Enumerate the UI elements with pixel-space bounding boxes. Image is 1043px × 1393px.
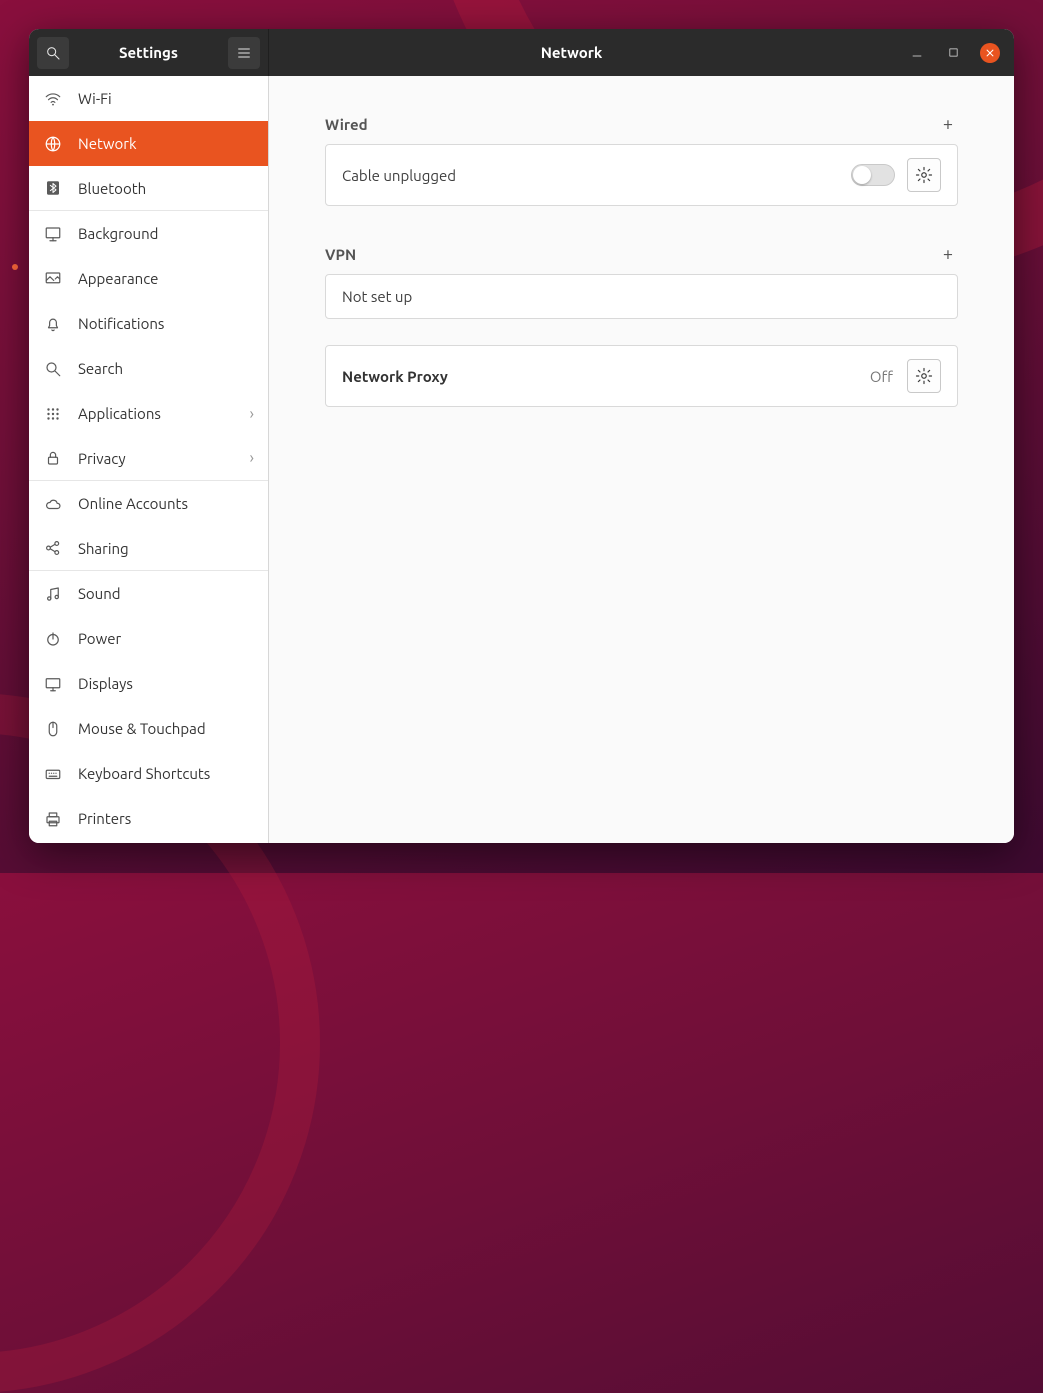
sidebar-item-label: Sharing bbox=[78, 540, 129, 557]
vpn-status-row: Not set up bbox=[326, 275, 957, 318]
sidebar-item-label: Notifications bbox=[78, 315, 164, 332]
sidebar-item-label: Appearance bbox=[78, 270, 158, 287]
desktop-icon bbox=[43, 224, 63, 244]
close-icon bbox=[985, 48, 995, 58]
sidebar-item-label: Displays bbox=[78, 675, 133, 692]
search-button[interactable] bbox=[37, 37, 69, 69]
wifi-icon bbox=[43, 89, 63, 109]
bluetooth-icon bbox=[43, 178, 63, 198]
settings-window: Settings Network bbox=[29, 29, 1014, 843]
lock-icon bbox=[43, 448, 63, 468]
sidebar-item-label: Power bbox=[78, 630, 121, 647]
printer-icon bbox=[43, 809, 63, 829]
sidebar: Wi-Fi Network Bluetooth Background bbox=[29, 76, 269, 843]
wired-connection-row: Cable unplugged bbox=[326, 145, 957, 205]
wired-status-label: Cable unplugged bbox=[342, 167, 456, 184]
keyboard-icon bbox=[43, 764, 63, 784]
sidebar-item-network[interactable]: Network bbox=[29, 121, 268, 166]
music-icon bbox=[43, 584, 63, 604]
sidebar-item-label: Keyboard Shortcuts bbox=[78, 765, 210, 782]
wired-settings-button[interactable] bbox=[907, 158, 941, 192]
sidebar-item-label: Search bbox=[78, 360, 123, 377]
sidebar-item-label: Online Accounts bbox=[78, 495, 188, 512]
sidebar-item-applications[interactable]: Applications › bbox=[29, 391, 268, 436]
wired-toggle[interactable] bbox=[851, 164, 895, 186]
sidebar-item-sharing[interactable]: Sharing bbox=[29, 526, 268, 571]
sidebar-item-bluetooth[interactable]: Bluetooth bbox=[29, 166, 268, 211]
section-proxy: Network Proxy Off bbox=[325, 345, 958, 407]
sidebar-item-privacy[interactable]: Privacy › bbox=[29, 436, 268, 481]
bell-icon bbox=[43, 314, 63, 334]
sidebar-item-power[interactable]: Power bbox=[29, 616, 268, 661]
window-controls bbox=[874, 29, 1014, 76]
sidebar-item-displays[interactable]: Displays bbox=[29, 661, 268, 706]
sidebar-item-label: Mouse & Touchpad bbox=[78, 720, 206, 737]
share-icon bbox=[43, 538, 63, 558]
proxy-value: Off bbox=[870, 368, 893, 385]
sidebar-item-mouse-touchpad[interactable]: Mouse & Touchpad bbox=[29, 706, 268, 751]
section-wired: Wired + Cable unplugged bbox=[325, 114, 958, 206]
titlebar: Settings Network bbox=[29, 29, 1014, 76]
sidebar-item-online-accounts[interactable]: Online Accounts bbox=[29, 481, 268, 526]
cloud-icon bbox=[43, 494, 63, 514]
gear-icon bbox=[915, 166, 933, 184]
maximize-button[interactable] bbox=[944, 44, 962, 62]
sidebar-item-search[interactable]: Search bbox=[29, 346, 268, 391]
grid-icon bbox=[43, 404, 63, 424]
sidebar-item-label: Sound bbox=[78, 585, 121, 602]
titlebar-left: Settings bbox=[29, 29, 269, 76]
app-title: Settings bbox=[77, 44, 220, 61]
sidebar-item-keyboard-shortcuts[interactable]: Keyboard Shortcuts bbox=[29, 751, 268, 796]
window-body: Wi-Fi Network Bluetooth Background bbox=[29, 76, 1014, 843]
section-vpn: VPN + Not set up bbox=[325, 244, 958, 319]
sidebar-item-printers[interactable]: Printers bbox=[29, 796, 268, 841]
chevron-right-icon: › bbox=[250, 405, 255, 423]
proxy-row[interactable]: Network Proxy Off bbox=[326, 346, 957, 406]
page-title: Network bbox=[269, 29, 874, 76]
sidebar-item-label: Printers bbox=[78, 810, 131, 827]
sidebar-item-appearance[interactable]: Appearance bbox=[29, 256, 268, 301]
add-wired-button[interactable]: + bbox=[938, 114, 958, 134]
sidebar-item-label: Applications bbox=[78, 405, 161, 422]
hamburger-icon bbox=[236, 45, 252, 61]
search-icon bbox=[45, 45, 61, 61]
proxy-settings-button[interactable] bbox=[907, 359, 941, 393]
displays-icon bbox=[43, 674, 63, 694]
vpn-section-title: VPN bbox=[325, 246, 356, 263]
sidebar-item-label: Wi-Fi bbox=[78, 90, 112, 107]
toggle-knob bbox=[853, 166, 871, 184]
sidebar-item-wifi[interactable]: Wi-Fi bbox=[29, 76, 268, 121]
power-icon bbox=[43, 629, 63, 649]
hamburger-menu-button[interactable] bbox=[228, 37, 260, 69]
chevron-right-icon: › bbox=[250, 449, 255, 467]
vpn-status-label: Not set up bbox=[342, 288, 412, 305]
plus-icon: + bbox=[943, 245, 953, 263]
wired-section-title: Wired bbox=[325, 116, 368, 133]
plus-icon: + bbox=[943, 115, 953, 133]
content-pane: Wired + Cable unplugged bbox=[269, 76, 1014, 843]
minimize-icon bbox=[911, 47, 923, 59]
sidebar-item-background[interactable]: Background bbox=[29, 211, 268, 256]
close-button[interactable] bbox=[980, 43, 1000, 63]
appearance-icon bbox=[43, 269, 63, 289]
mouse-icon bbox=[43, 719, 63, 739]
gear-icon bbox=[915, 367, 933, 385]
minimize-button[interactable] bbox=[908, 44, 926, 62]
maximize-icon bbox=[948, 47, 959, 58]
sidebar-item-label: Privacy bbox=[78, 450, 126, 467]
add-vpn-button[interactable]: + bbox=[938, 244, 958, 264]
globe-icon bbox=[43, 134, 63, 154]
search-icon bbox=[43, 359, 63, 379]
sidebar-item-label: Network bbox=[78, 135, 137, 152]
sidebar-item-label: Bluetooth bbox=[78, 180, 146, 197]
sidebar-item-notifications[interactable]: Notifications bbox=[29, 301, 268, 346]
sidebar-item-label: Background bbox=[78, 225, 158, 242]
sidebar-item-sound[interactable]: Sound bbox=[29, 571, 268, 616]
proxy-title: Network Proxy bbox=[342, 368, 448, 385]
